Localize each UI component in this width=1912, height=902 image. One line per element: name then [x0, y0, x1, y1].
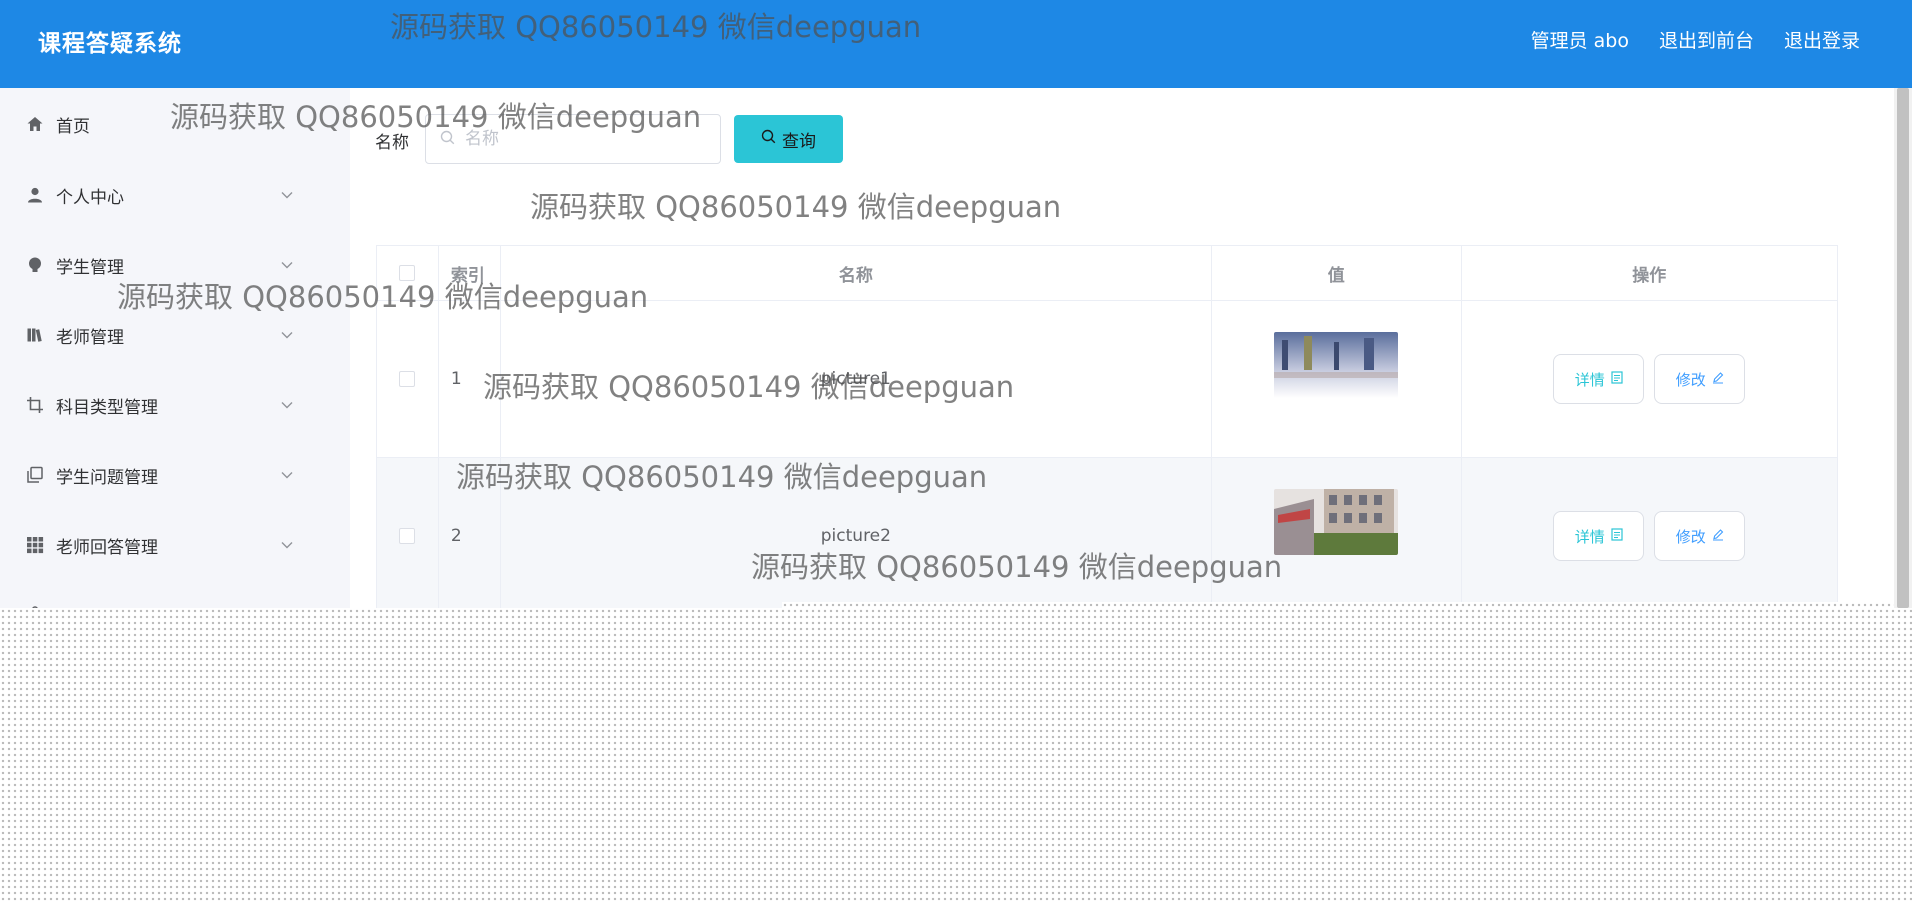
exit-to-frontend-link[interactable]: 退出到前台: [1659, 26, 1754, 53]
copy-icon: [25, 465, 45, 485]
bulb-icon: [25, 255, 45, 275]
chevron-down-icon: [280, 258, 294, 272]
header-index: 索引: [439, 246, 501, 300]
grid-icon: [25, 535, 45, 555]
row-checkbox-cell: [377, 301, 439, 457]
chevron-down-icon: [280, 468, 294, 482]
row-checkbox[interactable]: [399, 371, 416, 387]
edit-button[interactable]: 修改: [1654, 354, 1746, 404]
crop-icon: [25, 395, 45, 415]
document-icon: [1611, 527, 1623, 545]
sidebar-item-personal-center[interactable]: 个人中心: [0, 175, 350, 215]
admin-user-link[interactable]: 管理员 abo: [1531, 26, 1629, 53]
row-value-cell: [1212, 458, 1462, 614]
row-index: 2: [439, 458, 501, 614]
row-index: 1: [439, 301, 501, 457]
table-row: 1 picture1 详情 修改: [377, 301, 1837, 458]
book-icon: [25, 325, 45, 345]
row-name: picture2: [501, 458, 1212, 614]
sidebar-item-label: 学生管理: [56, 257, 124, 278]
chevron-down-icon: [280, 398, 294, 412]
edit-button-label: 修改: [1675, 370, 1706, 389]
vertical-scrollbar-thumb[interactable]: [1897, 88, 1909, 608]
data-table: 索引 名称 值 操作 1 picture1 详情 修改 2 picture2 详…: [376, 245, 1838, 615]
home-icon: [25, 114, 45, 134]
row-name: picture1: [501, 301, 1212, 457]
search-field[interactable]: [425, 114, 721, 164]
row-action-cell: 详情 修改: [1462, 301, 1837, 457]
sidebar-item-student-question-management[interactable]: 学生问题管理: [0, 455, 350, 495]
search-icon: [761, 129, 776, 149]
logout-link[interactable]: 退出登录: [1784, 26, 1860, 53]
detail-button-label: 详情: [1574, 370, 1605, 389]
detail-button[interactable]: 详情: [1553, 354, 1645, 404]
search-button[interactable]: 查询: [734, 115, 843, 163]
header-value: 值: [1212, 246, 1462, 300]
sidebar-item-teacher-management[interactable]: 老师管理: [0, 315, 350, 355]
table-header-row: 索引 名称 值 操作: [377, 246, 1837, 301]
chevron-down-icon: [280, 538, 294, 552]
row-action-cell: 详情 修改: [1462, 458, 1837, 614]
sidebar-item-label: 老师管理: [56, 327, 124, 348]
detail-button-label: 详情: [1574, 527, 1605, 546]
header-checkbox-cell: [377, 246, 439, 300]
table-row: 2 picture2 详情 修改: [377, 458, 1837, 615]
row-value-cell: [1212, 301, 1462, 457]
detail-button[interactable]: 详情: [1553, 511, 1645, 561]
search-button-label: 查询: [782, 131, 816, 152]
sidebar-item-label: 老师回答管理: [56, 537, 158, 558]
edit-icon: [1712, 370, 1724, 388]
sidebar-item-label: 科目类型管理: [56, 397, 158, 418]
sidebar-item-home[interactable]: 首页: [0, 104, 350, 144]
chevron-down-icon: [280, 328, 294, 342]
header-actions: 管理员 abo 退出到前台 退出登录: [1531, 26, 1860, 53]
user-icon: [25, 185, 45, 205]
edit-button-label: 修改: [1675, 527, 1706, 546]
sidebar-item-subject-type-management[interactable]: 科目类型管理: [0, 385, 350, 425]
header-action: 操作: [1632, 265, 1667, 286]
row-checkbox-cell: [377, 458, 439, 614]
sidebar-item-teacher-answer-management[interactable]: 老师回答管理: [0, 525, 350, 565]
row-thumbnail: [1274, 489, 1399, 555]
row-thumbnail: [1274, 332, 1399, 398]
row-checkbox[interactable]: [399, 528, 416, 544]
app-title: 课程答疑系统: [38, 31, 182, 57]
sidebar-item-student-management[interactable]: 学生管理: [0, 245, 350, 285]
sidebar-item-label: 学生问题管理: [56, 467, 158, 488]
chevron-down-icon: [280, 188, 294, 202]
search-label: 名称: [375, 133, 409, 153]
search-input[interactable]: [465, 129, 695, 149]
dotted-overlay: [0, 608, 1912, 902]
sidebar-item-label: 个人中心: [56, 187, 124, 208]
search-icon: [440, 130, 455, 149]
select-all-checkbox[interactable]: [399, 265, 416, 281]
top-header: 课程答疑系统 管理员 abo 退出到前台 退出登录: [0, 0, 1912, 88]
edit-button[interactable]: 修改: [1654, 511, 1746, 561]
sidebar-item-label: 首页: [56, 116, 90, 137]
header-name: 名称: [501, 246, 1212, 300]
document-icon: [1611, 370, 1623, 388]
edit-icon: [1712, 527, 1724, 545]
